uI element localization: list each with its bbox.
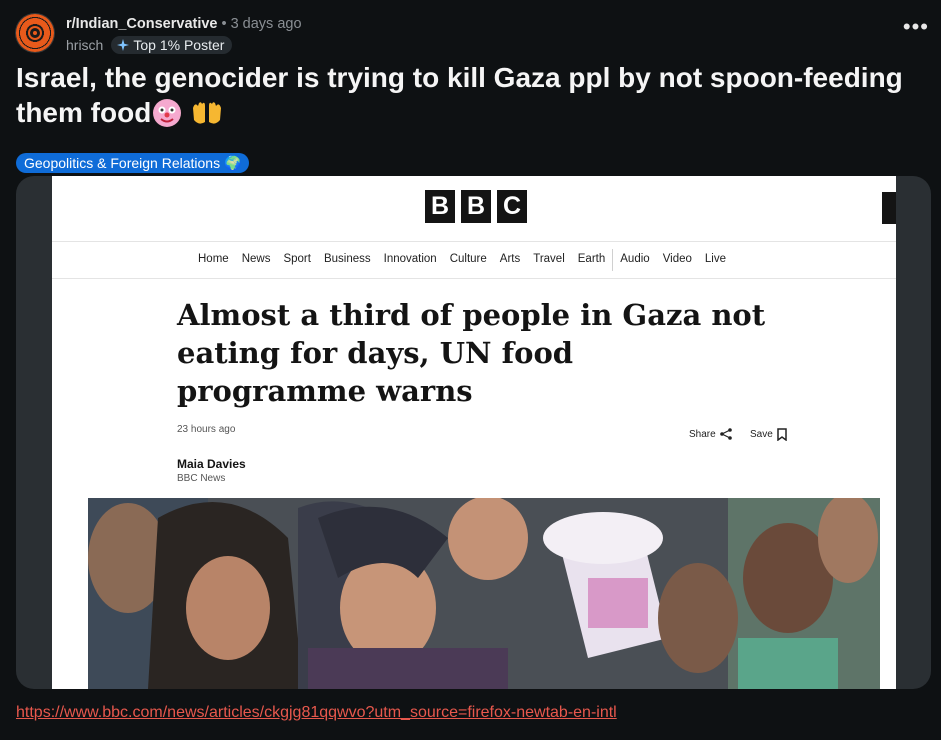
nav-item: Business <box>323 253 371 265</box>
article-outlet: BBC News <box>177 473 226 484</box>
nav-item: Live <box>704 253 727 265</box>
logo-letter: C <box>497 190 527 223</box>
nav-item: Earth <box>577 253 606 265</box>
author-name[interactable]: hrisch <box>66 37 103 53</box>
post-header: r/Indian_Conservative • 3 days ago hrisch … <box>16 12 929 56</box>
author-flair-label: Top 1% Poster <box>133 37 225 53</box>
nav-item: Arts <box>499 253 521 265</box>
bbc-nav-items: Home News Sport Business Innovation Cult… <box>198 249 739 271</box>
menu-block-icon <box>882 192 896 224</box>
nav-item: News <box>241 253 271 265</box>
sparkle-icon <box>117 39 130 51</box>
logo-letter: B <box>425 190 455 223</box>
logo-letter: B <box>461 190 491 223</box>
bookmark-icon <box>777 428 787 441</box>
clown-face-emoji-icon <box>153 99 182 127</box>
save-control: Save <box>750 428 787 441</box>
post-title[interactable]: Israel, the genocider is trying to kill … <box>16 60 931 130</box>
crowd-photo-illustration <box>88 498 880 689</box>
article-photo <box>88 498 880 689</box>
more-options-button[interactable]: ••• <box>903 16 929 38</box>
nav-item: Culture <box>449 253 487 265</box>
subreddit-avatar-icon[interactable] <box>16 14 54 52</box>
share-control: Share <box>689 428 732 440</box>
post-flair[interactable]: Geopolitics & Foreign Relations 🌍 <box>16 153 250 173</box>
author-flair: Top 1% Poster <box>111 36 233 54</box>
article-author: Maia Davies <box>177 457 246 471</box>
article-headline: Almost a third of people in Gaza not eat… <box>177 298 766 408</box>
open-hands-emoji-icon <box>191 99 223 125</box>
nav-item: Audio <box>620 253 650 265</box>
post-time: 3 days ago <box>230 16 302 32</box>
share-label: Share <box>689 428 716 440</box>
subreddit-name[interactable]: r/Indian_Conservative <box>66 16 218 32</box>
post-title-text: Israel, the genocider is trying to kill … <box>16 62 903 128</box>
bbc-logo: B B C <box>425 190 527 223</box>
share-icon <box>719 428 732 440</box>
separator-dot: • <box>221 16 227 32</box>
nav-item: Video <box>662 253 692 265</box>
post-meta: r/Indian_Conservative • 3 days ago <box>66 16 302 32</box>
save-label: Save <box>750 429 773 440</box>
nav-item: Home <box>198 253 229 265</box>
bbc-article-screenshot: B B C Home News Sport Business Innovatio… <box>52 176 896 689</box>
nav-item: Sport <box>283 253 311 265</box>
nav-item: Travel <box>533 253 565 265</box>
article-link[interactable]: https://www.bbc.com/news/articles/ckgjg8… <box>16 704 617 722</box>
nav-divider <box>612 249 614 271</box>
post-image[interactable]: B B C Home News Sport Business Innovatio… <box>16 176 931 689</box>
article-timestamp: 23 hours ago <box>177 424 236 435</box>
nav-item: Innovation <box>383 253 437 265</box>
author-line: hrisch Top 1% Poster <box>66 36 233 54</box>
bbc-nav-bar: Home News Sport Business Innovation Cult… <box>52 241 896 279</box>
